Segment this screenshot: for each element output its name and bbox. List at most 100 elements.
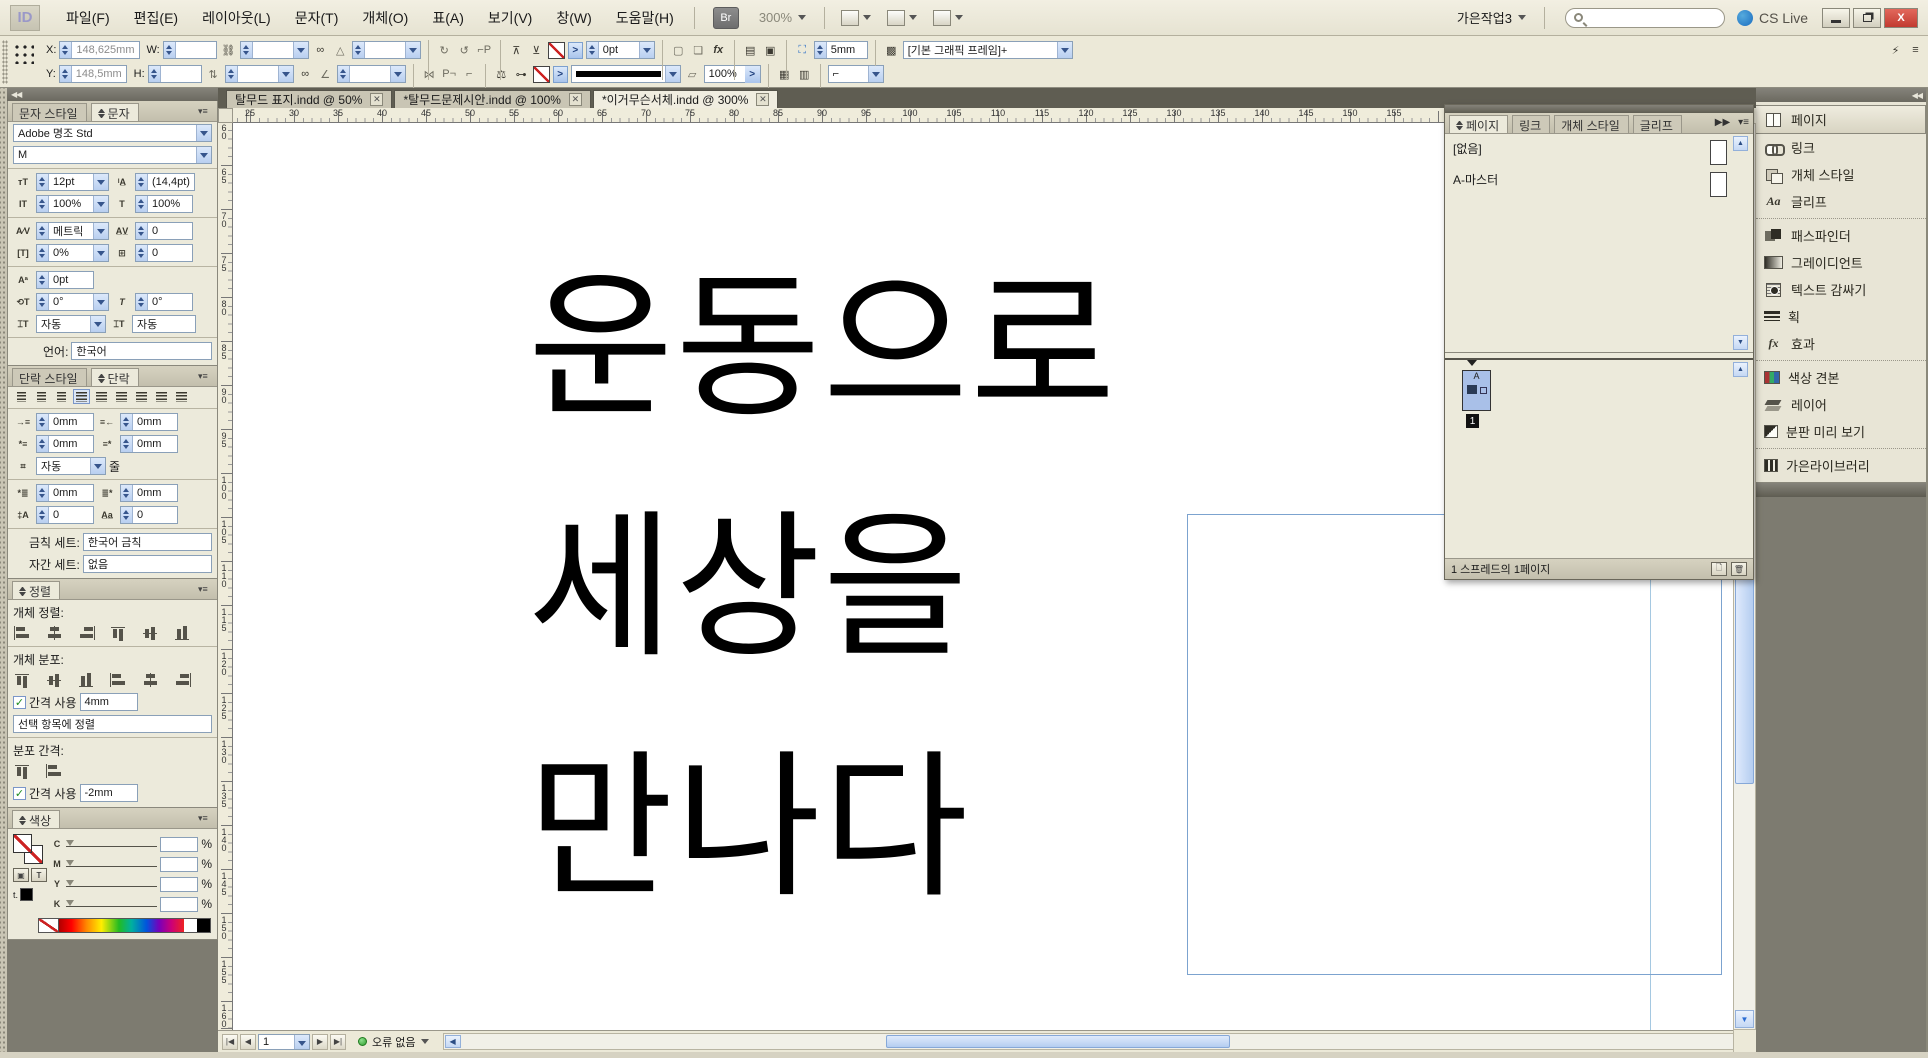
stroke-type-dropdown[interactable] — [571, 65, 681, 83]
dropcap-chars-field[interactable]: 0 — [120, 506, 178, 524]
chevron-down-icon[interactable] — [196, 125, 211, 141]
scroll-up-arrow[interactable]: ▲ — [1733, 362, 1748, 377]
zoom-level-dropdown[interactable]: 300% — [749, 10, 816, 25]
page-number-field[interactable]: 1 — [258, 1034, 310, 1050]
workspace-switcher[interactable]: 가은작업3 — [1447, 8, 1536, 27]
spinner-icon[interactable] — [37, 294, 49, 310]
spinner-icon[interactable] — [226, 66, 238, 82]
tab-character[interactable]: 문자 — [91, 103, 139, 121]
align-to-dropdown[interactable]: 선택 항목에 정렬 — [13, 715, 212, 733]
screen-mode-dropdown[interactable] — [887, 10, 917, 26]
font-size-field[interactable]: 12pt — [36, 173, 109, 191]
document-tab[interactable]: *탈무드문제시안.indd @ 100%✕ — [394, 90, 591, 108]
chevron-down-icon[interactable] — [93, 223, 108, 239]
chevron-down-icon[interactable] — [90, 458, 105, 474]
align-right-edges-button[interactable] — [77, 625, 99, 642]
mojikumi-dropdown[interactable]: 없음 — [83, 555, 212, 573]
wrap-bounding-icon[interactable]: ▣ — [762, 42, 779, 59]
grid-alignment-dropdown[interactable]: 자동 — [36, 315, 106, 333]
chevron-down-icon[interactable] — [665, 66, 680, 82]
pages-scrollbar[interactable]: ▲ — [1733, 362, 1749, 558]
scale-y-field[interactable] — [225, 65, 294, 83]
scroll-down-arrow[interactable]: ▼ — [1733, 335, 1748, 350]
chevron-down-icon[interactable] — [1057, 42, 1072, 58]
justify-last-center-button[interactable] — [93, 389, 110, 404]
spacing-value-field[interactable]: 4mm — [80, 693, 138, 711]
tab-align[interactable]: 정렬 — [12, 581, 60, 599]
panel-menu-icon[interactable]: ▾≡ — [198, 370, 214, 382]
tab-paragraph-styles[interactable]: 단락 스타일 — [12, 368, 87, 386]
aki-field[interactable]: 0% — [36, 244, 109, 262]
last-page-button[interactable]: ▶| — [330, 1034, 346, 1050]
first-line-indent-field[interactable]: 0mm — [36, 435, 94, 453]
align-away-spine-button[interactable] — [173, 389, 190, 404]
corner-options-icon[interactable]: ▢ — [670, 42, 687, 59]
chevron-down-icon[interactable] — [294, 1035, 309, 1049]
clear-transform-icon[interactable]: ⌐ — [461, 66, 478, 83]
color-ramp[interactable] — [38, 918, 211, 933]
spinner-icon[interactable] — [241, 42, 253, 58]
document-tab[interactable]: *이거무슨서체.indd @ 300%✕ — [593, 90, 778, 108]
character-rotation-field[interactable]: 0° — [36, 293, 109, 311]
menu-레이아웃[interactable]: 레이아웃(L) — [190, 4, 283, 32]
align-center-button[interactable] — [33, 389, 50, 404]
spinner-icon[interactable] — [149, 66, 161, 82]
spinner-icon[interactable] — [37, 196, 49, 212]
drop-shadow-icon[interactable]: ❏ — [690, 42, 707, 59]
link-scale-icon[interactable]: ∞ — [312, 42, 329, 59]
kinsoku-dropdown[interactable]: 한국어 금칙 — [83, 533, 212, 551]
distribute-bottom-button[interactable] — [77, 672, 99, 689]
spinner-icon[interactable] — [37, 245, 49, 261]
dock-item-separations[interactable]: 분판 미리 보기 — [1756, 418, 1926, 445]
left-dock-grip[interactable] — [0, 88, 7, 1052]
distribute-top-button[interactable] — [13, 672, 35, 689]
frame-fitting-icon[interactable]: ⛶ — [794, 42, 811, 59]
control-panel-menu-icon[interactable]: ≡ — [1907, 42, 1924, 59]
grid-alignment2-dropdown[interactable]: 자동 — [132, 315, 196, 333]
spinner-icon[interactable] — [37, 272, 49, 288]
select-content-icon[interactable]: ⊻ — [528, 42, 545, 59]
horizontal-scroll-thumb[interactable] — [886, 1035, 1230, 1048]
chevron-down-icon[interactable] — [868, 66, 883, 82]
align-left-edges-button[interactable] — [13, 625, 35, 642]
scale-x-field[interactable] — [240, 41, 309, 59]
black-swatch[interactable] — [20, 888, 33, 901]
space-after-field[interactable]: 0mm — [120, 484, 178, 502]
dock-item-gradient[interactable]: 그레이디언트 — [1756, 249, 1926, 276]
fill-swatch[interactable] — [13, 834, 32, 853]
horizontal-scale-field[interactable]: 100% — [135, 195, 193, 213]
menu-보기[interactable]: 보기(V) — [476, 4, 544, 32]
tab-character-styles[interactable]: 문자 스타일 — [12, 103, 87, 121]
last-line-indent-field[interactable]: 0mm — [120, 435, 178, 453]
effects-icon[interactable]: fx — [710, 42, 727, 59]
select-container-icon[interactable]: ⊼ — [508, 42, 525, 59]
use-spacing2-checkbox[interactable]: ✓ — [13, 787, 26, 800]
pages-panel-drag-bar[interactable] — [1445, 105, 1753, 113]
dock-item-pathfinder[interactable]: 패스파인더 — [1756, 222, 1926, 249]
panel-collapse-icon[interactable]: ▶▶ — [1715, 117, 1730, 128]
chevron-down-icon[interactable] — [93, 294, 108, 310]
chevron-down-icon[interactable] — [405, 42, 420, 58]
spinner-icon[interactable] — [121, 436, 133, 452]
pages-panel-tab-페이지[interactable]: 페이지 — [1449, 115, 1508, 133]
dock-item-glyphs[interactable]: Aa글리프 — [1756, 188, 1926, 215]
spinner-icon[interactable] — [136, 294, 148, 310]
tab-color[interactable]: 색상 — [12, 810, 60, 828]
corner-shape-dropdown[interactable]: ⌐ — [828, 65, 884, 83]
space-before-field[interactable]: 0mm — [36, 484, 94, 502]
dock-collapse-bar[interactable]: ◀◀ — [1756, 88, 1926, 102]
dock-item-links[interactable]: 링크 — [1756, 134, 1926, 161]
spinner-icon[interactable] — [37, 436, 49, 452]
vertical-ruler[interactable]: 6065707580859095100105110115120125130135… — [218, 123, 233, 1030]
next-page-button[interactable]: ▶ — [312, 1034, 328, 1050]
chevron-down-icon[interactable] — [93, 245, 108, 261]
dock-item-pages[interactable]: 페이지 — [1756, 105, 1926, 134]
language-dropdown[interactable]: 한국어 — [71, 342, 212, 360]
reference-point-selector[interactable] — [12, 42, 34, 64]
spinner-icon[interactable] — [121, 485, 133, 501]
chevron-down-icon[interactable] — [390, 66, 405, 82]
spinner-icon[interactable] — [37, 223, 49, 239]
spinner-icon[interactable] — [60, 66, 72, 82]
spinner-icon[interactable] — [121, 414, 133, 430]
width-field[interactable] — [163, 41, 217, 59]
